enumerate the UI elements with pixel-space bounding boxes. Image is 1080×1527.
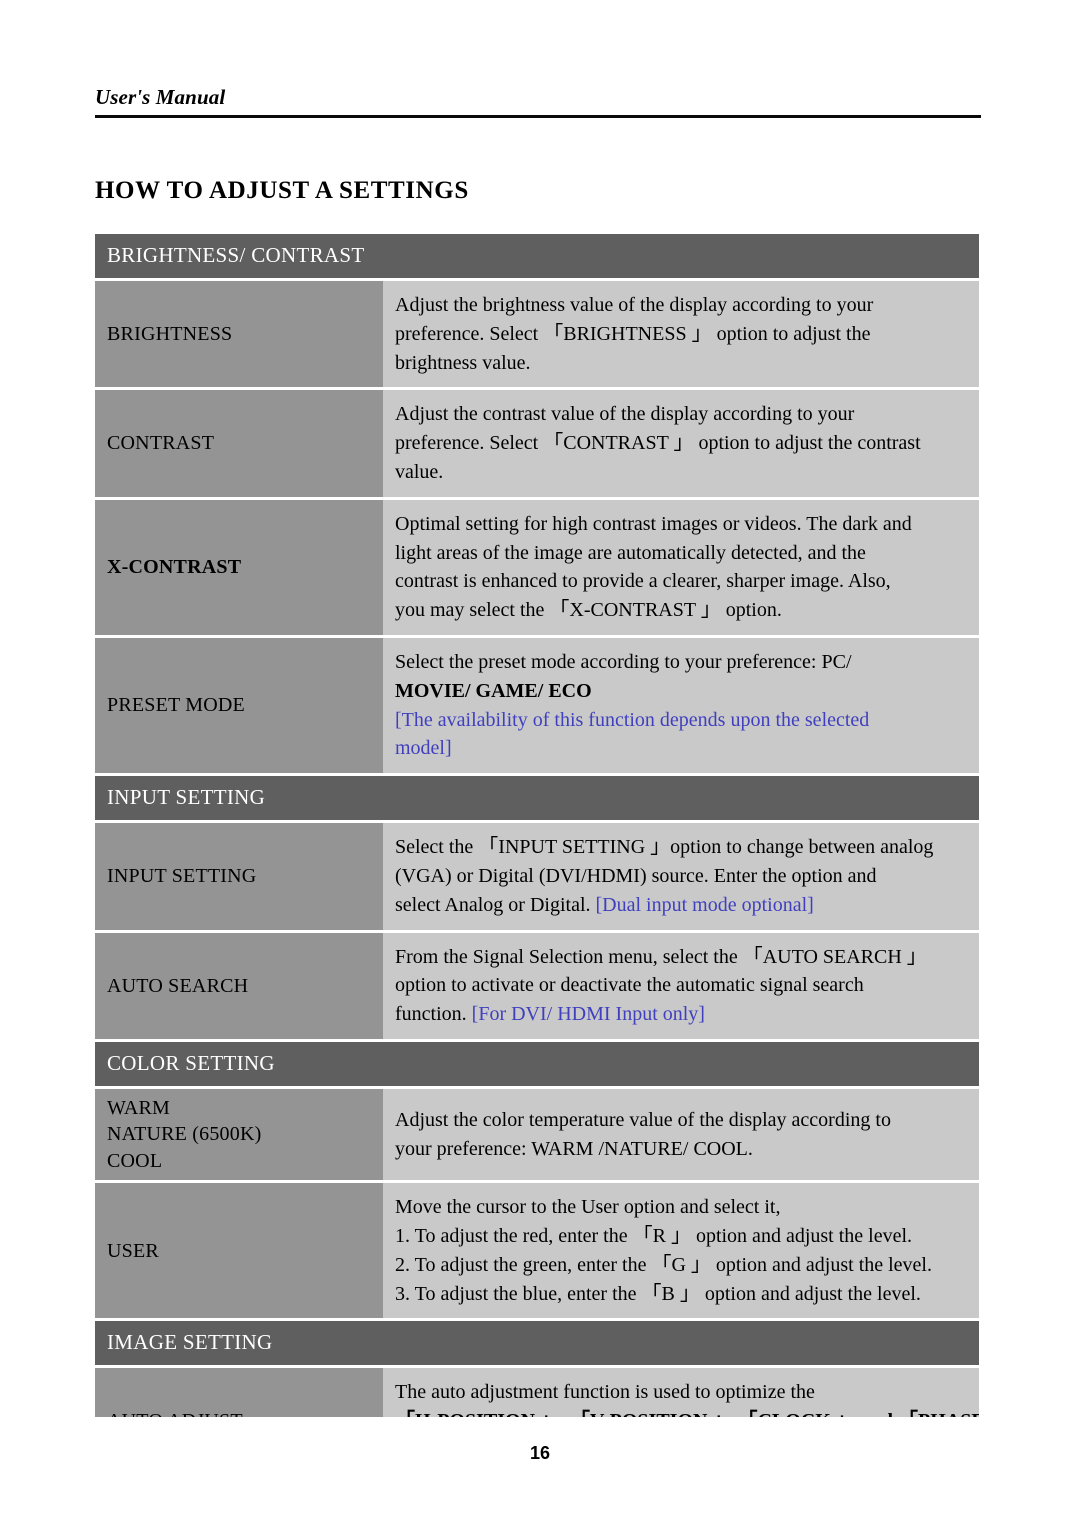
- description-line: contrast is enhanced to provide a cleare…: [395, 570, 891, 593]
- description-line: 3. To adjust the blue, enter the 「B 」 op…: [395, 1282, 921, 1305]
- setting-label-cell: X-CONTRAST: [95, 499, 383, 635]
- table-row: BRIGHTNESS Adjust the brightness value of…: [95, 281, 979, 388]
- setting-label-cell: WARM NATURE (6500K) COOL: [95, 1088, 383, 1181]
- section-header: COLOR SETTING: [95, 1041, 979, 1086]
- description-line: model]: [395, 737, 452, 760]
- setting-label-line: PRESET MODE: [107, 694, 245, 717]
- table-row: CONTRAST Adjust the contrast value of the…: [95, 390, 979, 497]
- running-header-title: User's Manual: [95, 85, 226, 109]
- document-page: User's Manual HOW TO ADJUST A SETTINGS B…: [0, 0, 1080, 1527]
- setting-label-line: INPUT SETTING: [107, 865, 257, 888]
- description-line: brightness value.: [395, 351, 531, 374]
- description-line: 「H-POSITION 」, 「V-POSITION 」,「CLOCK 」,an…: [395, 1407, 979, 1417]
- setting-label-cell: INPUT SETTING: [95, 823, 383, 930]
- table-row: WARM NATURE (6500K) COOL Adjust the color t…: [95, 1088, 979, 1181]
- setting-label-cell: BRIGHTNESS: [95, 281, 383, 388]
- setting-label-line: BRIGHTNESS: [107, 323, 233, 345]
- description-line: [The availability of this function depen…: [395, 708, 870, 731]
- description-line: From the Signal Selection menu, select t…: [395, 945, 927, 968]
- description-line: light areas of the image are automatical…: [395, 541, 866, 564]
- description-line: (VGA) or Digital (DVI/HDMI) source. Ente…: [395, 864, 877, 887]
- setting-label-cell: USER: [95, 1183, 383, 1319]
- page-number: 16: [529, 1443, 551, 1463]
- description-note: [Dual input mode optional]: [595, 893, 814, 916]
- description-line: your preference: WARM /NATURE/ COOL.: [395, 1137, 753, 1160]
- setting-description-cell: From the Signal Selection menu, select t…: [383, 932, 979, 1039]
- table-row: USER Move the cursor to the User option a…: [95, 1183, 979, 1319]
- setting-description-cell: Adjust the color temperature value of th…: [383, 1088, 979, 1181]
- description-line: you may select the 「X-CONTRAST 」 option.: [395, 599, 782, 622]
- table-row: X-CONTRAST Optimal setting for high contr…: [95, 499, 979, 635]
- setting-label-cell: AUTO SEARCH: [95, 932, 383, 1039]
- description-line: The auto adjustment function is used to …: [395, 1381, 815, 1404]
- description-line: MOVIE/ GAME/ ECO: [395, 679, 592, 702]
- description-line: 1. To adjust the red, enter the 「R 」 opt…: [395, 1224, 913, 1247]
- setting-label-line: COOL: [107, 1149, 163, 1172]
- table-row: INPUT SETTING Select the 「INPUT SETTING 」…: [95, 823, 979, 930]
- setting-label-line: USER: [107, 1239, 159, 1262]
- setting-description-cell: Select the preset mode according to your…: [383, 637, 979, 774]
- description-line: option to activate or deactivate the aut…: [395, 974, 864, 997]
- description-line: preference. Select 「BRIGHTNESS 」 option …: [395, 322, 871, 345]
- description-line: Adjust the contrast value of the display…: [395, 403, 855, 426]
- setting-description-cell: Move the cursor to the User option and s…: [383, 1183, 979, 1319]
- table-row: AUTO SEARCH From the Signal Selection men…: [95, 932, 979, 1039]
- setting-label-cell: AUTO ADJUST: [95, 1368, 383, 1417]
- description-line: Select the preset mode according to your…: [395, 650, 852, 673]
- table-row: AUTO ADJUST The auto adjustment function …: [95, 1368, 979, 1417]
- description-line: Move the cursor to the User option and s…: [395, 1196, 781, 1219]
- section-header: BRIGHTNESS/ CONTRAST: [95, 234, 979, 278]
- description-line: Adjust the brightness value of the displ…: [395, 294, 874, 316]
- description-line: function. [For DVI/ HDMI Input only]: [395, 1003, 705, 1026]
- setting-description-cell: Adjust the contrast value of the display…: [383, 390, 979, 497]
- setting-label-line: NATURE (6500K): [107, 1123, 262, 1146]
- setting-label-line: AUTO ADJUST: [107, 1408, 383, 1417]
- description-line: Optimal setting for high contrast images…: [395, 512, 912, 535]
- description-line: Adjust the color temperature value of th…: [395, 1108, 891, 1131]
- description-line: preference. Select 「CONTRAST 」 option to…: [395, 432, 921, 455]
- description-line: 2. To adjust the green, enter the 「G 」 o…: [395, 1253, 932, 1276]
- header-divider-rule: [95, 115, 981, 119]
- description-line: Select the 「INPUT SETTING 」option to cha…: [395, 836, 934, 859]
- setting-description-cell: Select the 「INPUT SETTING 」option to cha…: [383, 823, 979, 930]
- description-line: select Analog or Digital. [Dual input mo…: [395, 893, 814, 916]
- setting-label-cell: PRESET MODE: [95, 637, 383, 774]
- setting-description-cell: The auto adjustment function is used to …: [383, 1368, 979, 1417]
- setting-label-line: CONTRAST: [107, 432, 215, 455]
- setting-label-line: AUTO SEARCH: [107, 974, 249, 997]
- settings-table: BRIGHTNESS/ CONTRAST BRIGHTNESS Adjust the…: [95, 234, 979, 1417]
- table-row: PRESET MODE Select the preset mode accord…: [95, 637, 979, 774]
- page-title: HOW TO ADJUST A SETTINGS: [95, 176, 469, 204]
- description-line: value.: [395, 460, 444, 483]
- section-header: IMAGE SETTING: [95, 1321, 979, 1366]
- setting-description-cell: Adjust the brightness value of the displ…: [383, 281, 979, 388]
- section-header: INPUT SETTING: [95, 776, 979, 821]
- setting-label-cell: CONTRAST: [95, 390, 383, 497]
- setting-label-line: WARM: [107, 1096, 171, 1119]
- description-note: [For DVI/ HDMI Input only]: [471, 1003, 705, 1026]
- setting-label-line: X-CONTRAST: [107, 556, 242, 579]
- setting-description-cell: Optimal setting for high contrast images…: [383, 499, 979, 635]
- running-header: User's Manual: [95, 85, 981, 119]
